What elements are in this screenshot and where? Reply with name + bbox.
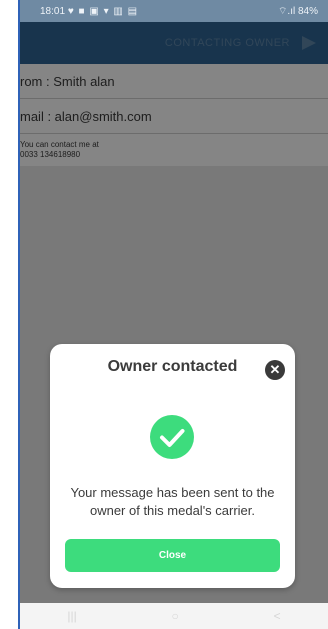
recent-apps-icon[interactable]: ||| <box>67 609 76 623</box>
check-circle-icon <box>150 415 194 459</box>
system-nav-bar: ||| ○ < <box>20 603 328 629</box>
status-bar: 18:01 ♥ ■ ▣ ▾ ▥ ▤ ⌔.ıl 84% <box>20 0 328 22</box>
status-right: ⌔.ıl 84% <box>278 5 318 17</box>
home-icon[interactable]: ○ <box>172 609 179 623</box>
status-time: 18:01 <box>40 5 66 17</box>
status-left: 18:01 ♥ ■ ▣ ▾ ▥ ▤ <box>40 6 138 17</box>
back-icon[interactable]: < <box>274 609 281 623</box>
left-border-line <box>18 0 20 629</box>
dialog-title: Owner contacted <box>107 358 238 375</box>
owner-contacted-dialog: Owner contacted ✕ Your message has been … <box>50 344 295 588</box>
close-icon[interactable]: ✕ <box>265 360 285 380</box>
phone-screen: 18:01 ♥ ■ ▣ ▾ ▥ ▤ ⌔.ıl 84% CONTACTING OW… <box>0 0 328 629</box>
dialog-message: Your message has been sent to the owner … <box>70 485 275 518</box>
notification-icons: ♥ ■ ▣ ▾ ▥ ▤ <box>67 5 139 17</box>
close-button[interactable]: Close <box>65 539 280 572</box>
